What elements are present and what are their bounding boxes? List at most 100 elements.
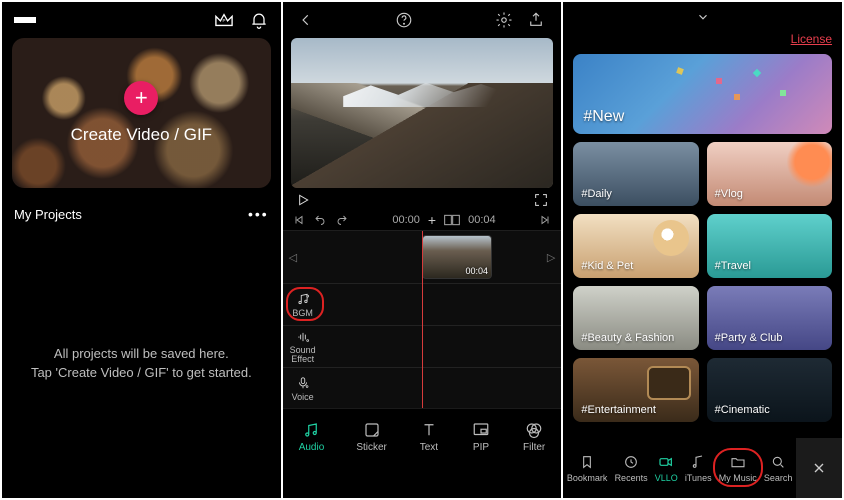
projects-more-icon[interactable]: ••• xyxy=(248,206,269,222)
category-grid: #Daily #Vlog #Kid & Pet #Travel #Beauty … xyxy=(563,142,842,422)
time-current: 00:00 xyxy=(392,214,420,226)
music-library-panel: License #New #Daily #Vlog #Kid & Pet #Tr… xyxy=(563,2,842,498)
editor-panel: 00:00 + 00:04 ◁ ▷ 00:04 BGM Sound Effect xyxy=(283,2,562,498)
sfx-label: Sound Effect xyxy=(290,346,316,364)
category-party-club[interactable]: #Party & Club xyxy=(707,286,832,350)
chevron-down-icon[interactable] xyxy=(694,10,712,24)
tab-label: Recents xyxy=(615,473,648,483)
help-icon[interactable] xyxy=(395,11,413,29)
create-video-card[interactable]: + Create Video / GIF xyxy=(12,38,271,188)
export-icon[interactable] xyxy=(527,11,545,29)
menu-icon[interactable] xyxy=(14,11,36,29)
tab-audio-label: Audio xyxy=(299,442,325,453)
home-panel: P + Create Video / GIF My Projects ••• A… xyxy=(2,2,281,498)
category-vlog[interactable]: #Vlog xyxy=(707,142,832,206)
tab-text-label: Text xyxy=(420,442,438,453)
timeline-add-icon[interactable]: + xyxy=(428,212,436,228)
cat-label: #Cinematic xyxy=(715,404,770,416)
cat-label: #Travel xyxy=(715,260,751,272)
music-note-icon xyxy=(295,292,311,306)
editor-topbar xyxy=(283,2,562,38)
notifications-bell-icon[interactable] xyxy=(249,10,269,30)
clock-icon xyxy=(623,454,639,470)
category-beauty-fashion[interactable]: #Beauty & Fashion xyxy=(573,286,698,350)
timeline-toolbar: 00:00 + 00:04 xyxy=(283,210,562,230)
cat-label: #Party & Club xyxy=(715,332,783,344)
bgm-label: BGM xyxy=(292,308,313,318)
close-button[interactable] xyxy=(796,438,842,498)
trim-left-icon[interactable]: ◁ xyxy=(289,251,297,264)
premium-crown-icon[interactable]: P xyxy=(213,11,235,29)
tab-vllo[interactable]: VLLO xyxy=(655,454,678,483)
play-icon[interactable] xyxy=(295,192,311,208)
camera-icon xyxy=(657,454,675,470)
settings-gear-icon[interactable] xyxy=(495,11,513,29)
tab-my-music[interactable]: My Music xyxy=(719,454,757,483)
empty-projects-hint: All projects will be saved here. Tap 'Cr… xyxy=(2,230,281,498)
category-new[interactable]: #New xyxy=(573,54,832,134)
tab-search[interactable]: Search xyxy=(764,454,793,483)
soundwave-icon xyxy=(295,330,311,344)
home-topbar: P xyxy=(2,2,281,38)
trim-right-icon[interactable]: ▷ xyxy=(547,251,555,264)
category-travel[interactable]: #Travel xyxy=(707,214,832,278)
tab-label: VLLO xyxy=(655,473,678,483)
tab-label: Bookmark xyxy=(567,473,608,483)
plus-icon: + xyxy=(124,81,158,115)
tab-pip[interactable]: PIP xyxy=(471,421,491,453)
music-bottom-bar: Bookmark Recents VLLO iTunes My Music xyxy=(563,438,842,498)
tab-label: iTunes xyxy=(685,473,712,483)
cat-label: #Vlog xyxy=(715,188,743,200)
music-note-icon xyxy=(690,454,706,470)
editor-bottom-tabs: Audio Sticker Text PIP Filter xyxy=(283,408,562,464)
my-projects-row: My Projects ••• xyxy=(2,188,281,230)
category-cinematic[interactable]: #Cinematic xyxy=(707,358,832,422)
folder-icon xyxy=(730,454,746,470)
back-icon[interactable] xyxy=(299,13,313,27)
video-preview[interactable] xyxy=(291,38,554,188)
license-link[interactable]: License xyxy=(791,32,832,46)
tab-sticker[interactable]: Sticker xyxy=(356,421,387,453)
time-total: 00:04 xyxy=(468,214,496,226)
tab-text[interactable]: Text xyxy=(419,421,439,453)
tab-pip-label: PIP xyxy=(473,442,489,453)
undo-icon[interactable] xyxy=(313,214,327,226)
cat-label: #Beauty & Fashion xyxy=(581,332,674,344)
timeline-playhead[interactable] xyxy=(422,231,423,408)
cat-label: #Kid & Pet xyxy=(581,260,633,272)
music-topbar xyxy=(563,2,842,32)
create-video-label: Create Video / GIF xyxy=(71,125,212,145)
category-entertainment[interactable]: #Entertainment xyxy=(573,358,698,422)
tab-filter-label: Filter xyxy=(523,442,545,453)
tab-sticker-label: Sticker xyxy=(356,442,387,453)
bookmark-icon xyxy=(579,454,595,470)
fullscreen-icon[interactable] xyxy=(533,192,549,208)
seek-end-icon[interactable] xyxy=(539,214,551,226)
microphone-icon xyxy=(295,376,311,390)
voice-label: Voice xyxy=(292,392,314,402)
tab-bookmark[interactable]: Bookmark xyxy=(567,454,608,483)
tab-label: My Music xyxy=(719,473,757,483)
tab-recents[interactable]: Recents xyxy=(615,454,648,483)
close-icon xyxy=(811,460,827,476)
svg-text:P: P xyxy=(222,18,225,23)
cat-label: #Daily xyxy=(581,188,612,200)
timeline-clip[interactable]: 00:04 xyxy=(422,235,492,279)
category-daily[interactable]: #Daily xyxy=(573,142,698,206)
category-kid-pet[interactable]: #Kid & Pet xyxy=(573,214,698,278)
tab-label: Search xyxy=(764,473,793,483)
playback-bar xyxy=(283,188,562,210)
seek-start-icon[interactable] xyxy=(293,214,305,226)
redo-icon[interactable] xyxy=(335,214,349,226)
tab-itunes[interactable]: iTunes xyxy=(685,454,712,483)
clip-duration-label: 00:04 xyxy=(465,266,488,276)
timeline[interactable]: ◁ ▷ 00:04 BGM Sound Effect Voice xyxy=(283,230,562,408)
tab-filter[interactable]: Filter xyxy=(523,421,545,453)
storyboard-icon[interactable] xyxy=(444,214,460,226)
hint-line: All projects will be saved here. xyxy=(54,346,229,361)
hint-line: Tap 'Create Video / GIF' to get started. xyxy=(31,365,252,380)
category-new-label: #New xyxy=(583,108,624,126)
cat-label: #Entertainment xyxy=(581,404,656,416)
tab-audio[interactable]: Audio xyxy=(299,421,325,453)
my-projects-title: My Projects xyxy=(14,207,82,222)
